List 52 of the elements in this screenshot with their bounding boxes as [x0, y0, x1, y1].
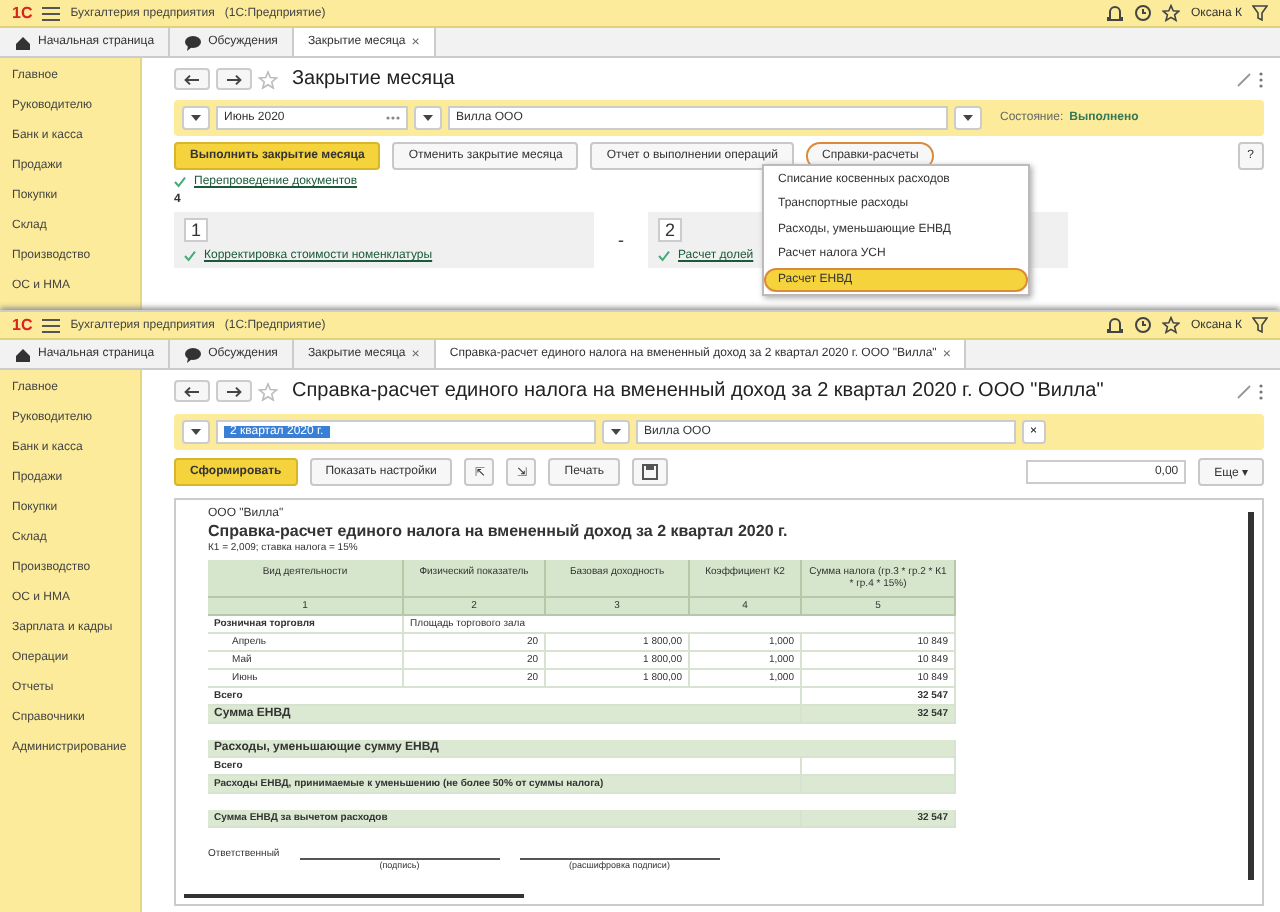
dropdown-button[interactable] [602, 420, 630, 444]
chat-icon [184, 33, 203, 51]
ellipsis-icon [386, 112, 400, 124]
forward-button[interactable] [216, 68, 252, 90]
bell-icon[interactable] [1106, 4, 1125, 22]
bell-icon[interactable] [1106, 316, 1125, 334]
caret-icon [422, 112, 434, 124]
check-icon [184, 250, 196, 262]
chat-icon [184, 345, 203, 363]
step-number: 1 [184, 218, 208, 242]
caret-icon [190, 112, 202, 124]
dropdown-button[interactable] [182, 106, 210, 130]
dropdown-button[interactable] [414, 106, 442, 130]
caret-icon [610, 426, 622, 438]
check-icon [658, 250, 670, 262]
app-logo: 1С [12, 4, 33, 22]
back-button[interactable] [174, 68, 210, 90]
star-icon[interactable] [1162, 4, 1181, 22]
forward-button[interactable] [216, 380, 252, 402]
right-arrow-icon [226, 385, 242, 397]
dropdown-button[interactable] [182, 420, 210, 444]
history-icon[interactable] [1134, 4, 1153, 22]
caret-icon [962, 112, 974, 124]
form-title: Закрытие месяца [292, 68, 455, 90]
more-icon[interactable] [1258, 71, 1264, 87]
home-icon [14, 33, 32, 51]
left-arrow-icon [184, 385, 200, 397]
menu-icon[interactable] [42, 5, 61, 21]
step-number: 2 [658, 218, 682, 242]
caret-icon [190, 426, 202, 438]
form-title: Справка-расчет единого налога на вмененный доход за 2 квартал 2020 г. ООО "Вилла" [292, 380, 1104, 402]
check-icon [174, 176, 186, 188]
dropdown-button[interactable] [954, 106, 982, 130]
save-button[interactable] [631, 458, 668, 486]
app-logo: 1С [12, 316, 33, 334]
filter-icon[interactable] [1252, 316, 1268, 334]
history-icon[interactable] [1134, 316, 1153, 334]
more-icon[interactable] [1258, 383, 1264, 399]
star-icon[interactable] [258, 69, 278, 89]
back-button[interactable] [174, 380, 210, 402]
vertical-scrollbar[interactable] [1248, 512, 1254, 880]
horizontal-scrollbar[interactable] [184, 894, 524, 898]
step-separator: - [618, 230, 624, 250]
home-icon [14, 345, 32, 363]
right-arrow-icon [226, 73, 242, 85]
star-icon[interactable] [1162, 316, 1181, 334]
filter-icon[interactable] [1252, 4, 1268, 22]
star-icon[interactable] [258, 381, 278, 401]
left-arrow-icon [184, 73, 200, 85]
save-icon [641, 464, 658, 480]
report-title: Справка-расчет единого налога на вмененный доход за 2 квартал 2020 г. [208, 522, 790, 540]
menu-icon[interactable] [42, 317, 61, 333]
